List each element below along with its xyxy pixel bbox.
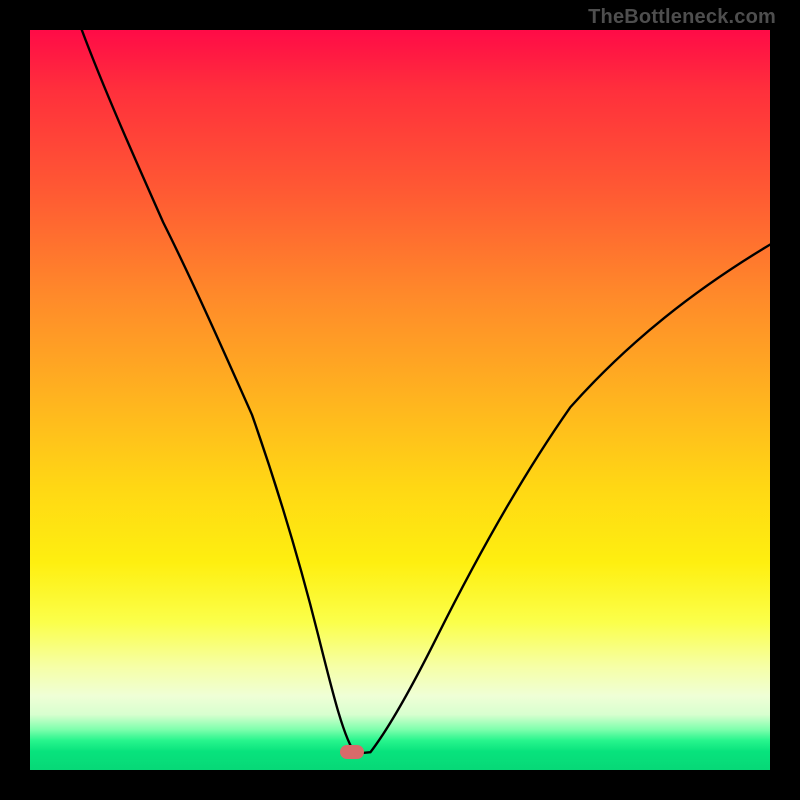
chart-frame: TheBottleneck.com: [0, 0, 800, 800]
valley-marker: [340, 745, 364, 759]
chart-plot-area: [30, 30, 770, 770]
watermark-text: TheBottleneck.com: [588, 6, 776, 29]
bottleneck-curve: [30, 30, 770, 770]
